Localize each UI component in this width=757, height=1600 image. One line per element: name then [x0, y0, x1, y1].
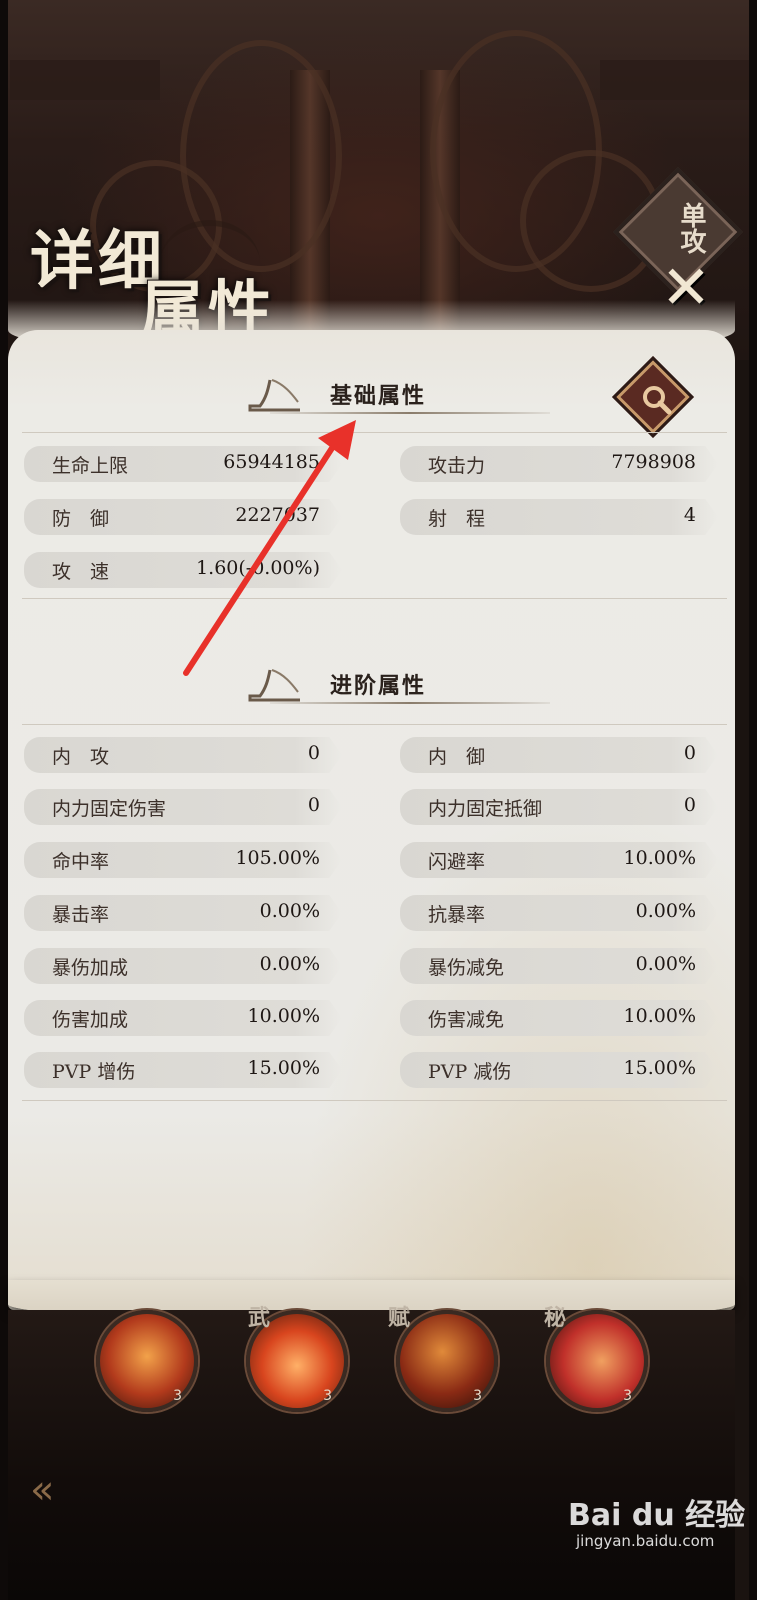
- stat-value: 10.00%: [623, 847, 696, 869]
- stat-value: 0.00%: [259, 953, 320, 975]
- stat-label: 伤害减免: [428, 1009, 505, 1031]
- stat-label: 内 御: [428, 746, 486, 768]
- stat-value: 0: [307, 742, 320, 764]
- divider: [22, 724, 727, 725]
- stat-value: 0.00%: [635, 900, 696, 922]
- stat-label: 抗暴率: [428, 904, 486, 926]
- stat-label: 闪避率: [428, 851, 486, 873]
- stat-label: 攻击力: [428, 455, 486, 477]
- section-underline: [270, 412, 550, 414]
- advanced-section-header: 进阶属性: [240, 660, 550, 710]
- stat-value: 0.00%: [259, 900, 320, 922]
- stat-crit-rate: 暴击率 0.00%: [24, 895, 342, 931]
- skill-slot-3[interactable]: 3: [396, 1310, 498, 1412]
- skill-level: 3: [473, 1388, 482, 1404]
- stat-value: 0.00%: [635, 953, 696, 975]
- stat-hp-max: 生命上限 65944185: [24, 446, 342, 482]
- skill-tag-fu: 赋: [388, 1305, 411, 1331]
- section-underline: [270, 702, 550, 704]
- stat-value: 15.00%: [247, 1057, 320, 1079]
- stat-value: 0: [683, 794, 696, 816]
- stat-damage-reduction: 伤害减免 10.00%: [400, 1000, 718, 1036]
- stat-defense: 防 御 2227037: [24, 499, 342, 535]
- stat-label: 伤害加成: [52, 1009, 129, 1031]
- brush-icon: [248, 379, 300, 412]
- stat-crit-resist: 抗暴率 0.00%: [400, 895, 718, 931]
- stat-damage-bonus: 伤害加成 10.00%: [24, 1000, 342, 1036]
- skill-tag-wu: 武: [248, 1305, 271, 1331]
- skill-tag-mi: 秘: [544, 1305, 567, 1331]
- advanced-section-title: 进阶属性: [330, 673, 427, 699]
- stat-label: 内力固定抵御: [428, 798, 543, 820]
- stat-label: 攻 速: [52, 561, 110, 583]
- skill-level: 3: [323, 1388, 332, 1404]
- stat-label: 命中率: [52, 851, 110, 873]
- divider: [22, 432, 727, 433]
- basic-section-header: 基础属性: [240, 370, 550, 420]
- stat-range: 射 程 4: [400, 499, 718, 535]
- stat-label: PVP 减伤: [428, 1061, 512, 1083]
- stat-crit-damage-bonus: 暴伤加成 0.00%: [24, 948, 342, 984]
- watermark: Bai du 经验 jingyan.baidu.com: [568, 1490, 745, 1560]
- stat-inner-attack: 内 攻 0: [24, 737, 342, 773]
- stat-crit-damage-reduction: 暴伤减免 0.00%: [400, 948, 718, 984]
- stat-pvp-damage-reduction: PVP 减伤 15.00%: [400, 1052, 718, 1088]
- stat-pvp-damage-bonus: PVP 增伤 15.00%: [24, 1052, 342, 1088]
- stat-value: 7798908: [611, 451, 696, 473]
- stat-value: 105.00%: [235, 847, 320, 869]
- stat-value: 1.60(-0.00%): [196, 557, 320, 579]
- stat-inner-fixed-damage: 内力固定伤害 0: [24, 789, 342, 825]
- stat-attack: 攻击力 7798908: [400, 446, 718, 482]
- stat-dodge-rate: 闪避率 10.00%: [400, 842, 718, 878]
- stat-value: 10.00%: [623, 1005, 696, 1027]
- stat-inner-fixed-resist: 内力固定抵御 0: [400, 789, 718, 825]
- stat-label: 射 程: [428, 508, 486, 530]
- watermark-brand: Bai du 经验: [568, 1498, 746, 1533]
- stat-attack-speed: 攻 速 1.60(-0.00%): [24, 552, 342, 588]
- basic-section-title: 基础属性: [330, 383, 427, 409]
- skill-level: 3: [623, 1388, 632, 1404]
- divider: [22, 598, 727, 599]
- stat-value: 0: [307, 794, 320, 816]
- stat-value: 0: [683, 742, 696, 764]
- stat-value: 65944185: [223, 451, 320, 473]
- stat-label: PVP 增伤: [52, 1061, 136, 1083]
- stat-label: 暴伤加成: [52, 957, 129, 979]
- skill-slot-1[interactable]: 3: [96, 1310, 198, 1412]
- stat-hit-rate: 命中率 105.00%: [24, 842, 342, 878]
- stat-value: 15.00%: [623, 1057, 696, 1079]
- stat-value: 2227037: [235, 504, 320, 526]
- stat-label: 内 攻: [52, 746, 110, 768]
- right-border: [749, 0, 757, 1600]
- magnifier-icon[interactable]: [632, 376, 682, 426]
- stat-value: 4: [683, 504, 696, 526]
- stat-inner-defense: 内 御 0: [400, 737, 718, 773]
- stat-value: 10.00%: [247, 1005, 320, 1027]
- watermark-site: jingyan.baidu.com: [576, 1532, 715, 1550]
- stat-label: 暴击率: [52, 904, 110, 926]
- stat-label: 暴伤减免: [428, 957, 505, 979]
- stat-label: 生命上限: [52, 455, 129, 477]
- divider: [22, 1100, 727, 1101]
- brush-icon: [248, 669, 300, 702]
- left-border: [0, 0, 8, 1600]
- stat-label: 防 御: [52, 508, 110, 530]
- stat-label: 内力固定伤害: [52, 798, 167, 820]
- back-arrow-icon[interactable]: «: [30, 1470, 90, 1510]
- skill-level: 3: [173, 1388, 182, 1404]
